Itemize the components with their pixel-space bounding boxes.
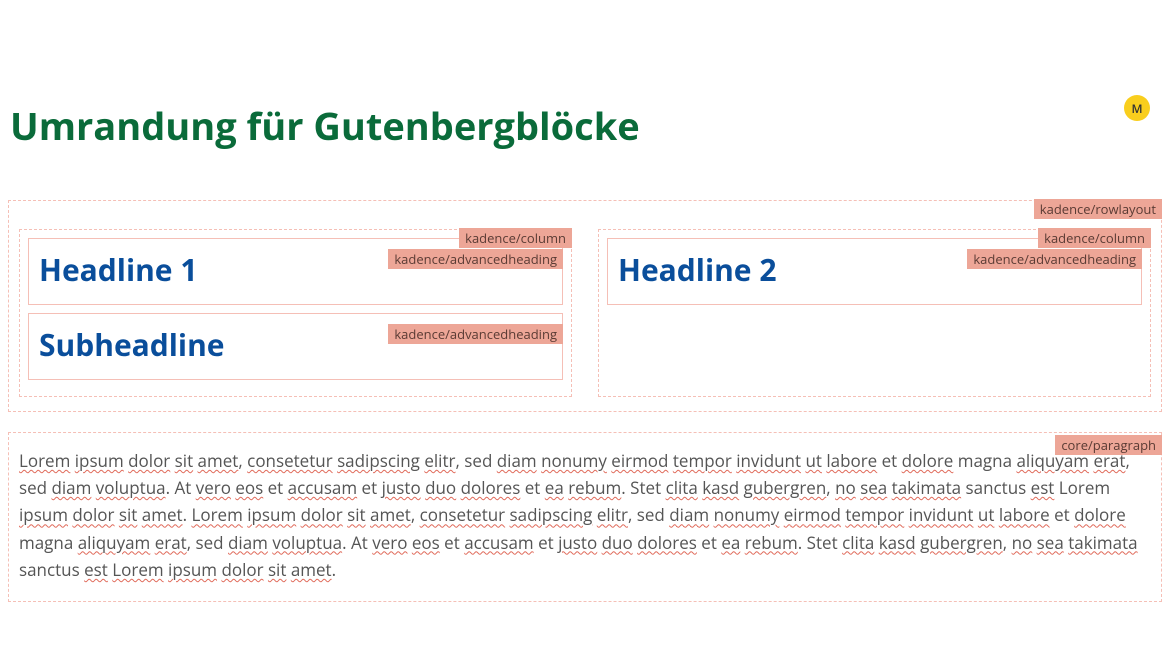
block-label-rowlayout: kadence/rowlayout xyxy=(1034,199,1162,219)
block-label-column: kadence/column xyxy=(459,228,572,248)
block-advancedheading-2[interactable]: kadence/advancedheading Subheadline xyxy=(28,313,563,380)
avatar[interactable]: M xyxy=(1124,95,1150,121)
block-label-advancedheading: kadence/advancedheading xyxy=(388,249,563,269)
block-advancedheading-3[interactable]: kadence/advancedheading Headline 2 xyxy=(607,238,1142,305)
block-label-advancedheading: kadence/advancedheading xyxy=(967,249,1142,269)
paragraph-text: Lorem ipsum dolor sit amet, consetetur s… xyxy=(19,447,1151,583)
block-core-paragraph[interactable]: core/paragraph Lorem ipsum dolor sit ame… xyxy=(8,432,1162,602)
block-advancedheading-1[interactable]: kadence/advancedheading Headline 1 xyxy=(28,238,563,305)
block-label-column: kadence/column xyxy=(1038,228,1151,248)
block-column-1[interactable]: kadence/column kadence/advancedheading H… xyxy=(19,229,572,397)
block-label-advancedheading: kadence/advancedheading xyxy=(388,324,563,344)
page-title: Umrandung für Gutenbergblöcke xyxy=(0,0,1170,192)
block-rowlayout[interactable]: kadence/rowlayout kadence/column kadence… xyxy=(8,200,1162,412)
block-label-paragraph: core/paragraph xyxy=(1055,435,1162,455)
block-column-2[interactable]: kadence/column kadence/advancedheading H… xyxy=(598,229,1151,397)
